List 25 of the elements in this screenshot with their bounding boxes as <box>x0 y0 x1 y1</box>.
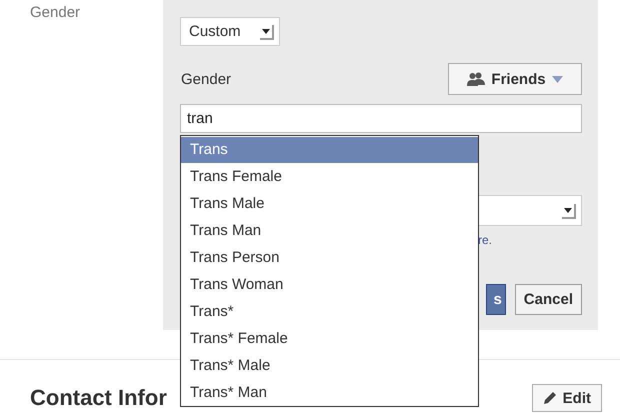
suggestion-item[interactable]: Trans* Man <box>181 379 478 406</box>
suggestion-item[interactable]: Trans Person <box>181 244 478 271</box>
pencil-icon <box>542 391 557 405</box>
dropdown-arrow-icon <box>561 202 577 218</box>
suggestion-item[interactable]: Trans Man <box>181 217 478 244</box>
suggestion-item[interactable]: Trans Woman <box>181 271 478 298</box>
gender-input[interactable]: tran <box>180 104 582 133</box>
people-icon <box>467 72 486 86</box>
hint-text: re. <box>478 233 492 247</box>
field-label: Gender <box>30 4 80 21</box>
suggestion-item[interactable]: Trans* Female <box>181 325 478 352</box>
save-button[interactable]: s <box>486 284 506 315</box>
caret-icon <box>552 76 563 82</box>
suggestion-item[interactable]: Trans* Male <box>181 352 478 379</box>
type-select[interactable]: Custom <box>180 17 280 46</box>
suggestion-item[interactable]: Trans* <box>181 298 478 325</box>
edit-button[interactable]: Edit <box>532 384 602 412</box>
suggestion-item[interactable]: Trans <box>181 137 478 163</box>
gender-label: Gender <box>180 70 232 88</box>
suggestion-item[interactable]: Trans Female <box>181 163 478 190</box>
section-heading: Contact Infor <box>30 385 167 411</box>
audience-button[interactable]: Friends <box>448 63 582 95</box>
suggestion-item[interactable]: Trans Male <box>181 190 478 217</box>
cancel-button[interactable]: Cancel <box>514 284 582 315</box>
dropdown-arrow-icon <box>259 24 275 40</box>
